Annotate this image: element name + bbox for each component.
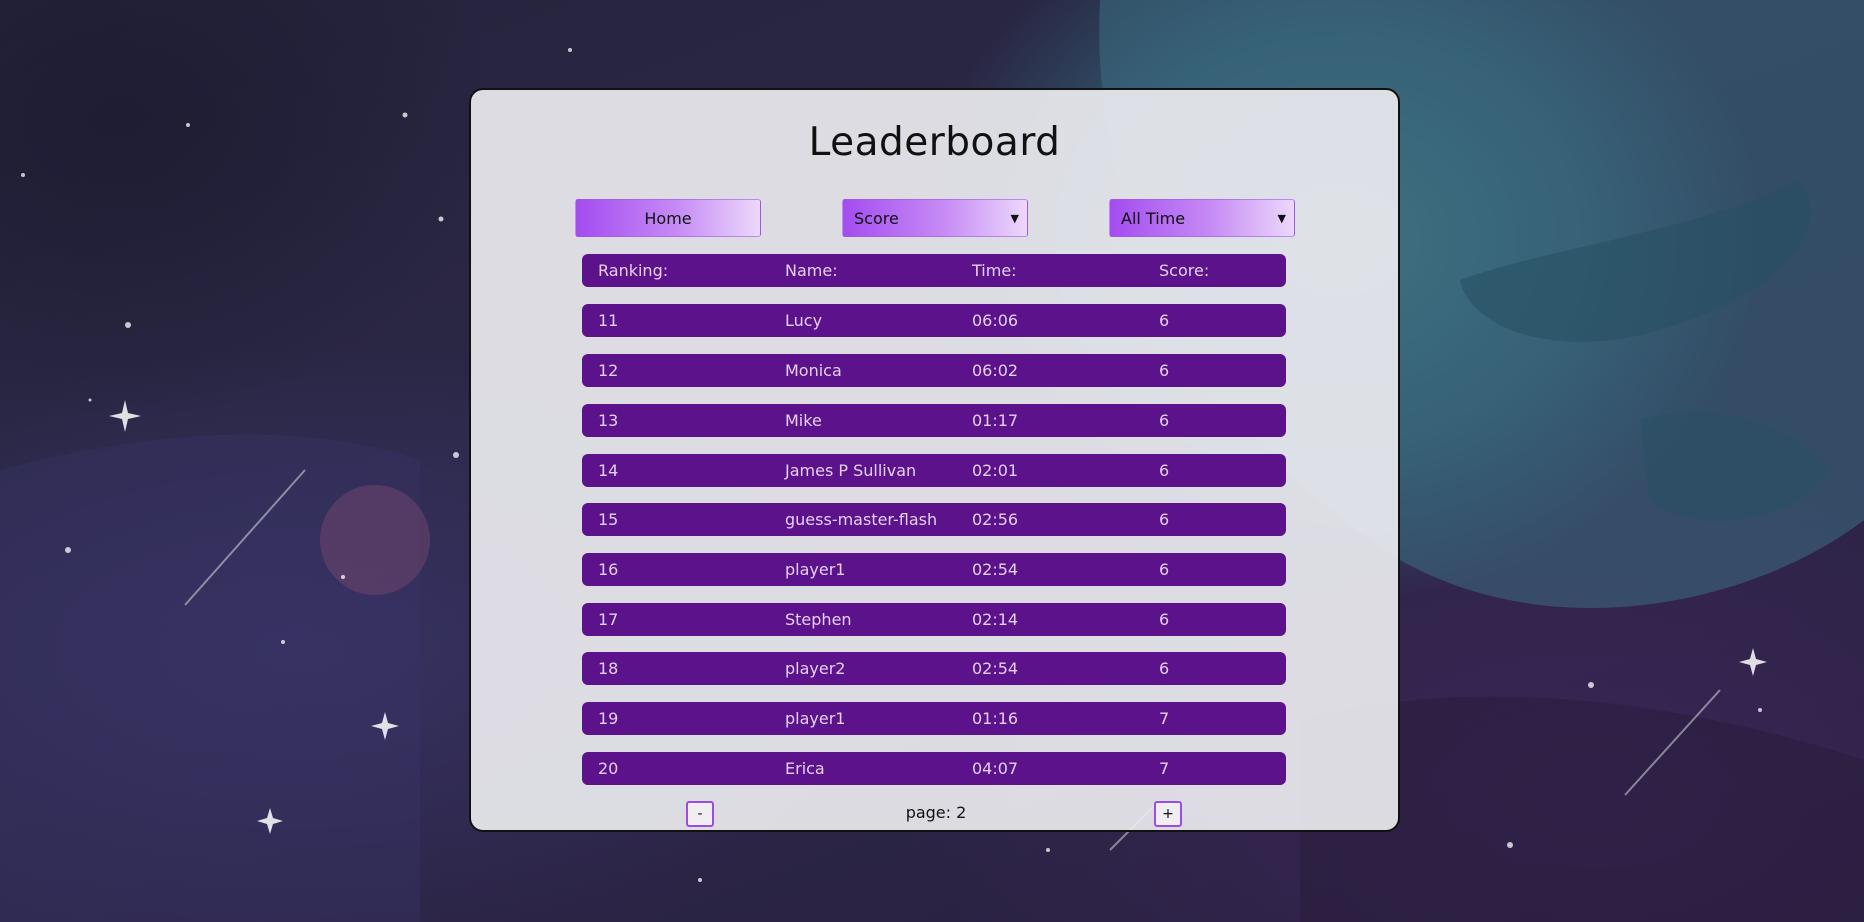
row-time: 04:07 bbox=[972, 759, 1019, 778]
time-range-select[interactable]: All Time ▼ bbox=[1109, 199, 1295, 237]
sort-by-value: Score bbox=[854, 208, 899, 228]
row-time: 02:54 bbox=[972, 560, 1019, 579]
row-rank: 15 bbox=[598, 510, 619, 529]
home-button[interactable]: Home bbox=[575, 199, 761, 237]
time-range-value: All Time bbox=[1121, 208, 1186, 228]
row-score: 6 bbox=[1159, 510, 1170, 529]
header-name: Name: bbox=[785, 261, 838, 280]
table-row: 17 Stephen 02:14 6 bbox=[582, 603, 1286, 636]
table-row: 19 player1 01:16 7 bbox=[582, 702, 1286, 735]
row-time: 06:06 bbox=[972, 311, 1019, 330]
row-score: 6 bbox=[1159, 411, 1170, 430]
row-name: Erica bbox=[785, 759, 825, 778]
row-name: James P Sullivan bbox=[785, 461, 917, 480]
row-rank: 19 bbox=[598, 709, 619, 728]
table-row: 15 guess-master-flash 02:56 6 bbox=[582, 503, 1286, 536]
row-time: 02:56 bbox=[972, 510, 1019, 529]
row-rank: 17 bbox=[598, 610, 619, 629]
row-name: player1 bbox=[785, 709, 846, 728]
row-rank: 16 bbox=[598, 560, 619, 579]
header-time: Time: bbox=[972, 261, 1017, 280]
row-rank: 18 bbox=[598, 659, 619, 678]
row-rank: 11 bbox=[598, 311, 619, 330]
table-row: 13 Mike 01:17 6 bbox=[582, 404, 1286, 437]
page-indicator: page: 2 bbox=[905, 803, 967, 822]
header-ranking: Ranking: bbox=[598, 261, 669, 280]
row-name: player1 bbox=[785, 560, 846, 579]
row-score: 6 bbox=[1159, 560, 1170, 579]
leaderboard-panel: Leaderboard Home Score ▼ All Time ▼ Rank… bbox=[469, 88, 1400, 832]
table-row: 11 Lucy 06:06 6 bbox=[582, 304, 1286, 337]
row-name: Mike bbox=[785, 411, 822, 430]
chevron-down-icon: ▼ bbox=[1010, 211, 1019, 225]
row-name: guess-master-flash bbox=[785, 510, 938, 529]
row-time: 06:02 bbox=[972, 361, 1019, 380]
row-name: Stephen bbox=[785, 610, 852, 629]
prev-page-button[interactable]: - bbox=[686, 801, 714, 827]
table-row: 20 Erica 04:07 7 bbox=[582, 752, 1286, 785]
row-name: Lucy bbox=[785, 311, 823, 330]
chevron-down-icon: ▼ bbox=[1277, 211, 1286, 225]
row-score: 7 bbox=[1159, 759, 1170, 778]
row-time: 02:01 bbox=[972, 461, 1019, 480]
row-rank: 14 bbox=[598, 461, 619, 480]
row-score: 6 bbox=[1159, 610, 1170, 629]
row-score: 7 bbox=[1159, 709, 1170, 728]
row-name: player2 bbox=[785, 659, 846, 678]
table-row: 16 player1 02:54 6 bbox=[582, 553, 1286, 586]
row-rank: 13 bbox=[598, 411, 619, 430]
row-time: 01:16 bbox=[972, 709, 1019, 728]
row-score: 6 bbox=[1159, 311, 1170, 330]
table-row: 18 player2 02:54 6 bbox=[582, 652, 1286, 685]
table-row: 14 James P Sullivan 02:01 6 bbox=[582, 454, 1286, 487]
header-score: Score: bbox=[1159, 261, 1210, 280]
table-header-row: Ranking: Name: Time: Score: bbox=[582, 254, 1286, 287]
sort-by-select[interactable]: Score ▼ bbox=[842, 199, 1028, 237]
row-time: 01:17 bbox=[972, 411, 1019, 430]
row-score: 6 bbox=[1159, 461, 1170, 480]
row-time: 02:14 bbox=[972, 610, 1019, 629]
row-score: 6 bbox=[1159, 659, 1170, 678]
table-row: 12 Monica 06:02 6 bbox=[582, 354, 1286, 387]
page-title: Leaderboard bbox=[808, 120, 1061, 165]
row-rank: 20 bbox=[598, 759, 619, 778]
row-rank: 12 bbox=[598, 361, 619, 380]
row-score: 6 bbox=[1159, 361, 1170, 380]
row-time: 02:54 bbox=[972, 659, 1019, 678]
next-page-button[interactable]: + bbox=[1154, 801, 1182, 827]
row-name: Monica bbox=[785, 361, 842, 380]
